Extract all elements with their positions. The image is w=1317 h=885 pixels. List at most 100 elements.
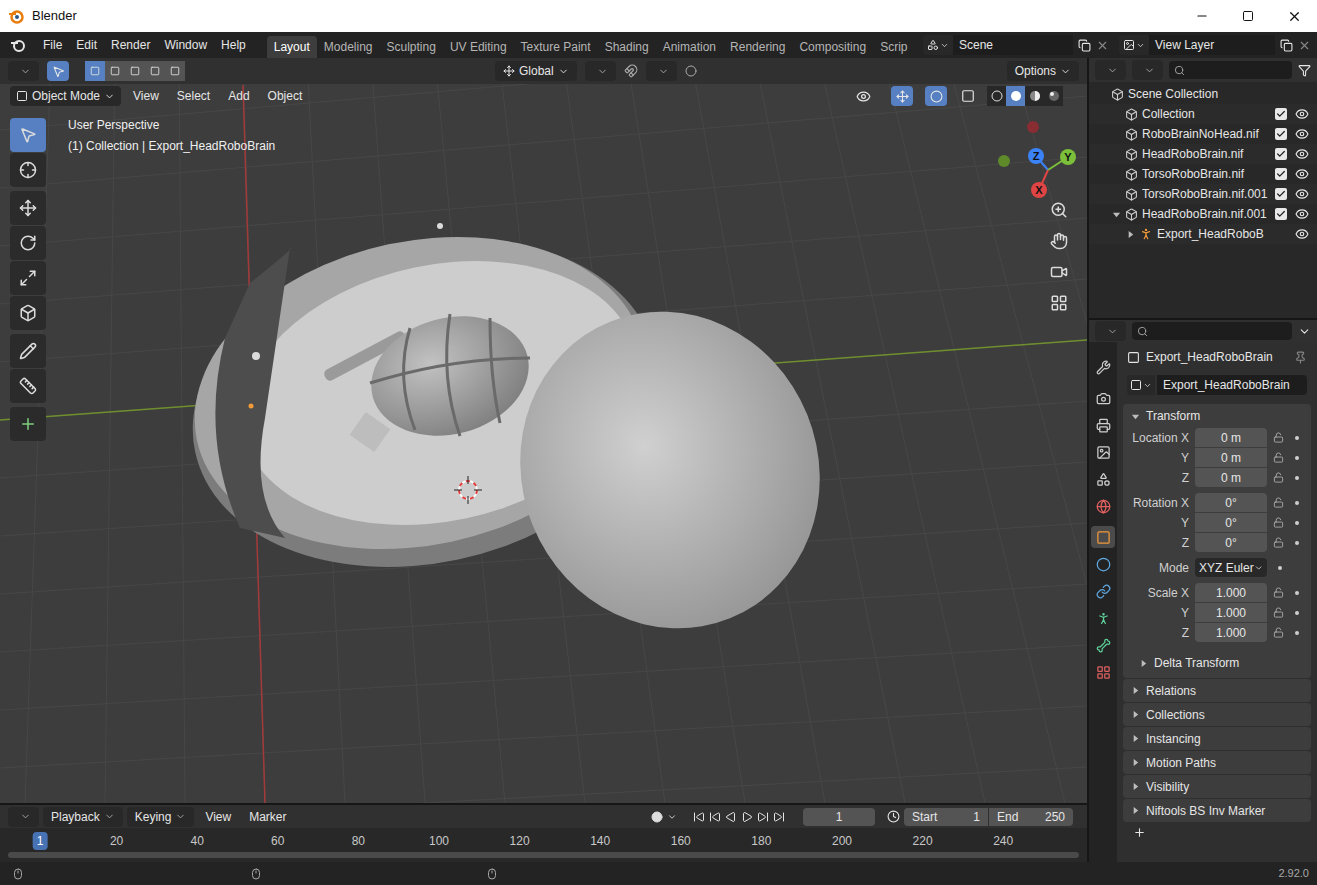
new-scene-icon[interactable] <box>1078 39 1091 52</box>
exclude-checkbox[interactable] <box>1275 148 1287 160</box>
outliner-search[interactable] <box>1169 61 1292 79</box>
keyframe-dot[interactable] <box>1295 611 1299 615</box>
timeline-menu[interactable]: View <box>198 808 238 826</box>
panel-toggle[interactable] <box>1131 806 1140 815</box>
panel-toggle[interactable] <box>1131 758 1140 767</box>
number-field[interactable]: 0 m <box>1195 468 1267 487</box>
visibility-icon[interactable] <box>856 89 871 104</box>
subpanel-toggle[interactable] <box>1139 659 1148 668</box>
object-name-field[interactable]: Export_HeadRoboBrain <box>1157 375 1307 395</box>
select-mode-button[interactable] <box>165 61 185 81</box>
next-key-icon[interactable] <box>757 811 769 823</box>
record-icon[interactable] <box>651 811 663 823</box>
xray-icon[interactable] <box>961 89 975 103</box>
jump-start-icon[interactable] <box>693 811 705 823</box>
select-mode-button[interactable] <box>125 61 145 81</box>
number-field[interactable]: 1.000 <box>1195 603 1267 622</box>
properties-tab[interactable] <box>1091 607 1115 629</box>
exclude-checkbox[interactable] <box>1275 208 1287 220</box>
display-mode-dropdown[interactable] <box>1132 60 1163 80</box>
visibility-icon[interactable] <box>1295 167 1309 181</box>
panel-header[interactable]: Visibility <box>1123 775 1311 798</box>
panel-header[interactable]: Transform <box>1123 404 1311 428</box>
ortho-toggle-icon[interactable] <box>1050 294 1068 312</box>
outliner-row[interactable]: HeadRoboBrain.nif <box>1089 144 1317 164</box>
head-model[interactable] <box>162 197 867 674</box>
viewport-menu[interactable]: Select <box>171 87 216 105</box>
exclude-checkbox[interactable] <box>1275 128 1287 140</box>
number-field[interactable]: 1.000 <box>1195 583 1267 602</box>
workspace-tab[interactable]: Rendering <box>723 36 792 58</box>
keyframe-dot[interactable] <box>1278 566 1282 570</box>
workspace-tab[interactable]: Scrip <box>873 36 914 58</box>
visibility-icon[interactable] <box>1295 227 1309 241</box>
start-frame-field[interactable]: Start1 <box>904 808 988 826</box>
minimize-button[interactable] <box>1179 0 1225 32</box>
outliner-row[interactable]: Collection <box>1089 104 1317 124</box>
outliner-row[interactable]: Scene Collection <box>1089 84 1317 104</box>
menu-item[interactable]: Help <box>214 36 253 54</box>
timeline-scrollbar[interactable] <box>8 852 1079 858</box>
lock-icon[interactable] <box>1273 472 1284 483</box>
scene-field[interactable]: Scene <box>953 35 1073 55</box>
outliner-row[interactable]: TorsoRoboBrain.nif <box>1089 164 1317 184</box>
lock-icon[interactable] <box>1273 627 1284 638</box>
outliner-row[interactable]: HeadRoboBrain.nif.001 <box>1089 204 1317 224</box>
shading-solid-button[interactable] <box>1006 86 1025 106</box>
menu-item[interactable]: File <box>36 36 69 54</box>
add-panel-icon[interactable] <box>1133 826 1146 839</box>
overlay-toggle[interactable] <box>925 86 947 106</box>
visibility-icon[interactable] <box>1295 127 1309 141</box>
workspace-tab[interactable]: Shading <box>598 36 656 58</box>
workspace-tab[interactable]: Compositing <box>792 36 873 58</box>
maximize-button[interactable] <box>1225 0 1271 32</box>
outliner-row[interactable]: TorsoRoboBrain.nif.001 <box>1089 184 1317 204</box>
panel-header[interactable]: Motion Paths <box>1123 751 1311 774</box>
panel-header[interactable]: Niftools BS Inv Marker <box>1123 799 1311 822</box>
subpanel-header[interactable]: Delta Transform <box>1123 652 1311 674</box>
panel-header[interactable]: Instancing <box>1123 727 1311 750</box>
delete-view-layer-icon[interactable] <box>1298 39 1311 52</box>
lock-icon[interactable] <box>1273 537 1284 548</box>
properties-tab[interactable] <box>1091 661 1115 683</box>
zoom-icon[interactable] <box>1050 201 1068 219</box>
workspace-tab[interactable]: Animation <box>656 36 723 58</box>
visibility-icon[interactable] <box>1295 147 1309 161</box>
end-frame-field[interactable]: End250 <box>989 808 1073 826</box>
new-view-layer-icon[interactable] <box>1280 39 1293 52</box>
keyframe-dot[interactable] <box>1295 541 1299 545</box>
tool-move-button[interactable] <box>10 191 46 225</box>
workspace-tab[interactable]: Texture Paint <box>514 36 598 58</box>
viewport-menu[interactable]: View <box>127 87 165 105</box>
lock-icon[interactable] <box>1273 517 1284 528</box>
keyframe-dot[interactable] <box>1295 436 1299 440</box>
panel-toggle[interactable] <box>1131 412 1140 421</box>
exclude-checkbox[interactable] <box>1275 188 1287 200</box>
pivot-dropdown[interactable] <box>585 61 616 81</box>
select-mode-button[interactable] <box>85 61 105 81</box>
tool-annotate-button[interactable] <box>10 334 46 368</box>
expand-toggle[interactable] <box>1126 230 1135 239</box>
editor-type-dropdown[interactable] <box>1095 321 1126 341</box>
prev-key-icon[interactable] <box>709 811 721 823</box>
current-frame-field[interactable]: 1 <box>803 808 875 826</box>
viewport-menu[interactable]: Object <box>262 87 309 105</box>
timeline-menu[interactable]: Marker <box>242 808 293 826</box>
options-dropdown[interactable]: Options <box>1007 61 1079 81</box>
properties-tab[interactable] <box>1091 468 1115 490</box>
pin-icon[interactable] <box>1294 351 1307 364</box>
filter-icon[interactable] <box>1298 64 1311 77</box>
panel-toggle[interactable] <box>1131 710 1140 719</box>
timeline-menu-dropdown[interactable]: Playback <box>43 807 123 827</box>
editor-type-dropdown[interactable] <box>8 807 39 827</box>
panel-header[interactable]: Collections <box>1123 703 1311 726</box>
properties-tab[interactable] <box>1091 580 1115 602</box>
visibility-icon[interactable] <box>1295 187 1309 201</box>
outliner-row[interactable]: Export_HeadRoboB <box>1089 224 1317 244</box>
tool-select-button[interactable] <box>10 118 46 152</box>
exclude-checkbox[interactable] <box>1275 168 1287 180</box>
select-mode-button[interactable] <box>145 61 165 81</box>
menu-item[interactable]: Render <box>104 36 157 54</box>
menu-item[interactable]: Window <box>157 36 214 54</box>
view-layer-selector[interactable]: View Layer <box>1119 35 1311 55</box>
